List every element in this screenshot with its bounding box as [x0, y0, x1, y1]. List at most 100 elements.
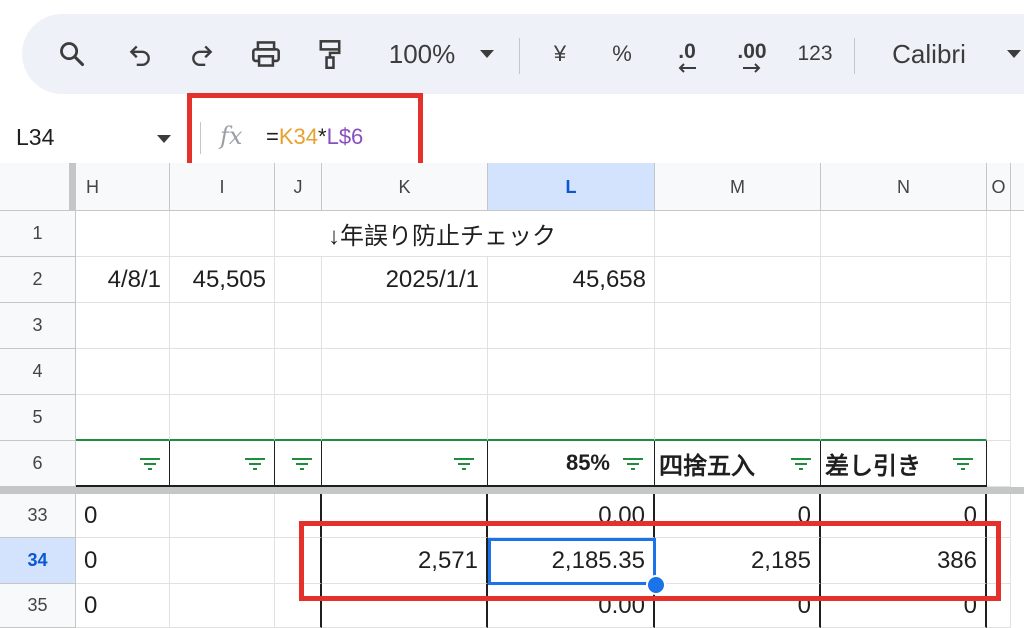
cell-m5[interactable]	[655, 395, 821, 441]
currency-format-button[interactable]: ¥	[540, 14, 580, 94]
filter-icon[interactable]	[790, 457, 812, 471]
cell-m3[interactable]	[655, 303, 821, 349]
col-header-j[interactable]: J	[275, 163, 322, 211]
cell-j1[interactable]	[275, 211, 322, 257]
filter-icon[interactable]	[291, 457, 313, 471]
cell-o4[interactable]	[987, 349, 1011, 395]
cell-l6[interactable]: 85%	[488, 441, 655, 487]
row-header-34[interactable]: 34	[0, 538, 76, 584]
cell-h5[interactable]	[76, 395, 170, 441]
cell-i6[interactable]	[170, 441, 275, 487]
col-header-l[interactable]: L	[488, 163, 655, 211]
cell-m2[interactable]	[655, 257, 821, 303]
toolbar-divider	[519, 38, 520, 74]
cell-i33[interactable]	[170, 494, 275, 538]
cell-k4[interactable]	[322, 349, 488, 395]
cell-l5[interactable]	[488, 395, 655, 441]
row-header-35[interactable]: 35	[0, 584, 76, 628]
row-header-33[interactable]: 33	[0, 494, 76, 538]
cell-m1[interactable]	[655, 211, 821, 257]
cell-o3[interactable]	[987, 303, 1011, 349]
cell-h4[interactable]	[76, 349, 170, 395]
cell-h35[interactable]: 0	[76, 584, 170, 628]
name-box[interactable]: L34	[0, 110, 185, 162]
row-header-6[interactable]: 6	[0, 441, 76, 487]
cell-l3[interactable]	[488, 303, 655, 349]
row-header-5[interactable]: 5	[0, 395, 76, 441]
cell-k2[interactable]: 2025/1/1	[322, 257, 488, 303]
cell-m6[interactable]: 四捨五入	[655, 441, 821, 487]
cell-i1[interactable]	[170, 211, 275, 257]
redo-icon[interactable]	[182, 14, 222, 94]
cell-h2[interactable]: 4/8/1	[76, 257, 170, 303]
cell-i5[interactable]	[170, 395, 275, 441]
cell-k3[interactable]	[322, 303, 488, 349]
cell-h1[interactable]	[76, 211, 170, 257]
font-dropdown-icon[interactable]	[1006, 14, 1024, 94]
cell-l4[interactable]	[488, 349, 655, 395]
zoom-dropdown-icon[interactable]	[472, 14, 502, 94]
row-header-2[interactable]: 2	[0, 257, 76, 303]
col-header-n[interactable]: N	[821, 163, 987, 211]
col-header-k[interactable]: K	[322, 163, 488, 211]
cell-h6[interactable]	[76, 441, 170, 487]
cell-h33[interactable]: 0	[76, 494, 170, 538]
row-header-3[interactable]: 3	[0, 303, 76, 349]
cell-n4[interactable]	[821, 349, 987, 395]
cell-i2[interactable]: 45,505	[170, 257, 275, 303]
cell-n2[interactable]	[821, 257, 987, 303]
row-header-4[interactable]: 4	[0, 349, 76, 395]
col-header-h[interactable]: H	[76, 163, 170, 211]
filter-icon[interactable]	[952, 457, 974, 471]
cell-k1[interactable]: ↓年誤り防止チェック	[322, 211, 655, 257]
filter-icon[interactable]	[622, 457, 644, 471]
more-formats-button[interactable]: 123	[790, 14, 840, 94]
cell-n1[interactable]	[821, 211, 987, 257]
zoom-select[interactable]: 100%	[374, 14, 470, 94]
cell-j6[interactable]	[275, 441, 322, 487]
decrease-decimal-button[interactable]: .0	[662, 14, 712, 94]
print-icon[interactable]	[244, 14, 288, 94]
cell-o2[interactable]	[987, 257, 1011, 303]
filter-icon[interactable]	[453, 457, 475, 471]
cell-o1[interactable]	[987, 211, 1011, 257]
cell-l2[interactable]: 45,658	[488, 257, 655, 303]
col-header-i[interactable]: I	[170, 163, 275, 211]
cell-h34[interactable]: 0	[76, 538, 170, 584]
cell-h3[interactable]	[76, 303, 170, 349]
cell-i4[interactable]	[170, 349, 275, 395]
col-header-p[interactable]	[1011, 163, 1024, 211]
cell-o6[interactable]	[987, 441, 1011, 487]
cell-k5[interactable]	[322, 395, 488, 441]
name-box-dropdown-icon[interactable]	[156, 134, 172, 144]
percent-format-button[interactable]: %	[602, 14, 642, 94]
cell-j5[interactable]	[275, 395, 322, 441]
cell-i35[interactable]	[170, 584, 275, 628]
increase-decimal-button[interactable]: .00	[724, 14, 780, 94]
undo-icon[interactable]	[120, 14, 160, 94]
cell-n6[interactable]: 差し引き	[821, 441, 987, 487]
cell-n5[interactable]	[821, 395, 987, 441]
cell-m6-value: 四捨五入	[659, 452, 755, 480]
cell-j4[interactable]	[275, 349, 322, 395]
frozen-rows-divider[interactable]	[0, 487, 1024, 494]
cell-j2[interactable]	[275, 257, 322, 303]
filter-icon[interactable]	[244, 457, 266, 471]
cell-j3[interactable]	[275, 303, 322, 349]
cell-m4[interactable]	[655, 349, 821, 395]
increase-decimal-label: .00	[737, 40, 767, 63]
font-select[interactable]: Calibri	[874, 14, 984, 94]
row-highlight-box	[299, 521, 1001, 601]
select-all-corner[interactable]	[0, 163, 76, 211]
paint-format-icon[interactable]	[310, 14, 350, 94]
cell-k6[interactable]	[322, 441, 488, 487]
cell-i34[interactable]	[170, 538, 275, 584]
filter-icon[interactable]	[139, 457, 161, 471]
cell-n3[interactable]	[821, 303, 987, 349]
cell-i3[interactable]	[170, 303, 275, 349]
col-header-m[interactable]: M	[655, 163, 821, 211]
cell-o5[interactable]	[987, 395, 1011, 441]
col-header-o[interactable]: O	[987, 163, 1011, 211]
search-icon[interactable]	[50, 14, 94, 94]
row-header-1[interactable]: 1	[0, 211, 76, 257]
